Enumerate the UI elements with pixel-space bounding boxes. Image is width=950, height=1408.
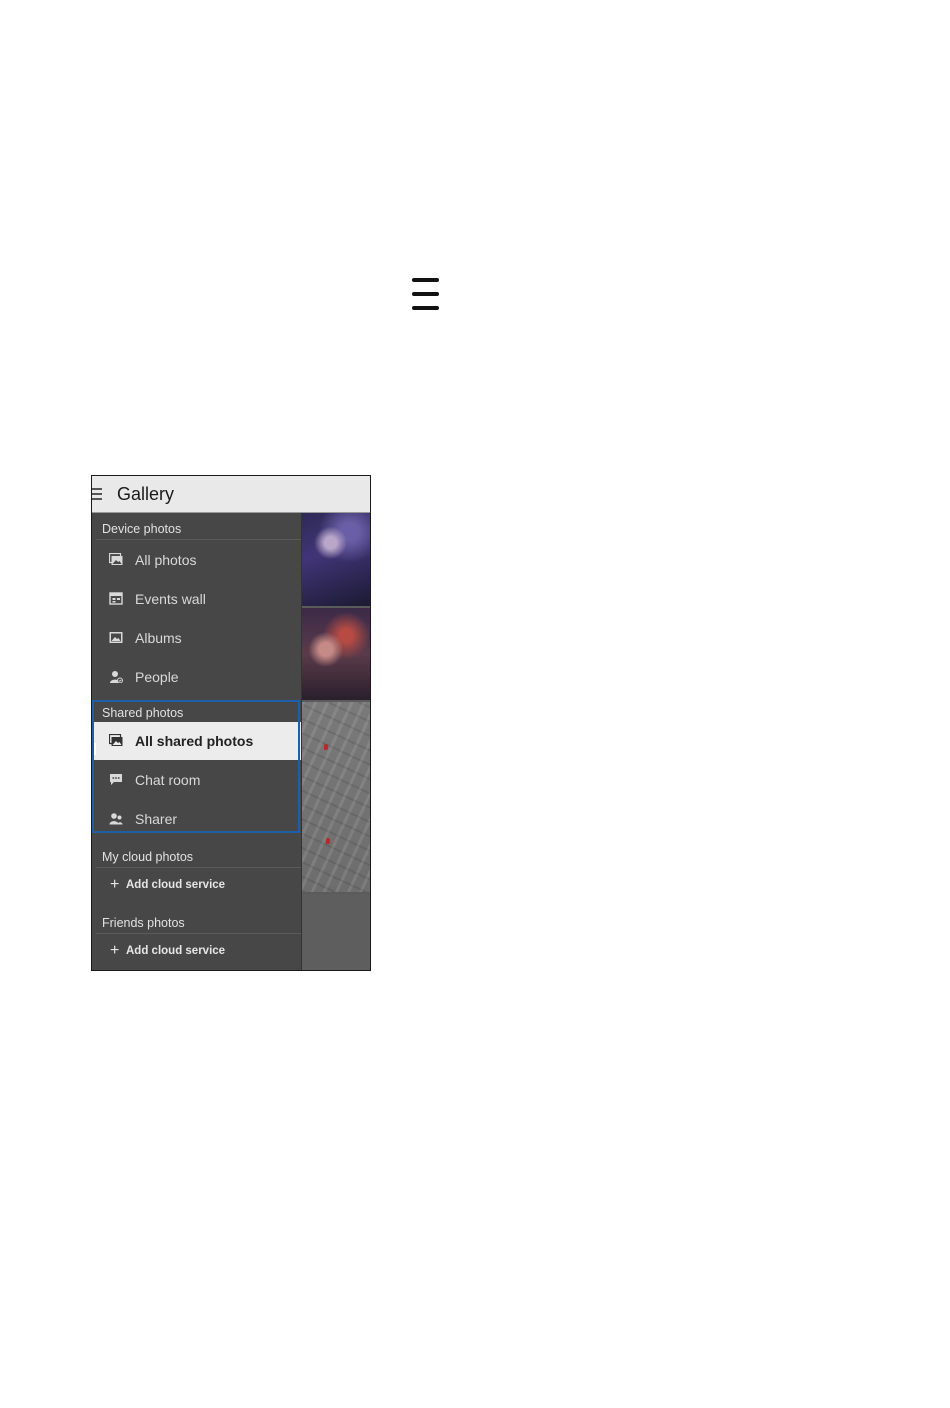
photos-icon xyxy=(109,553,123,565)
photo-thumbnail[interactable] xyxy=(302,894,370,970)
drawer-menu-icon[interactable] xyxy=(92,488,102,501)
add-cloud-service-label: Add cloud service xyxy=(126,945,226,957)
drawer-item-events-wall[interactable]: Events wall xyxy=(92,580,301,618)
plus-icon: + xyxy=(110,942,120,959)
highlight-box xyxy=(92,700,300,833)
add-cloud-service-label: Add cloud service xyxy=(126,879,226,891)
section-header-my-cloud-photos: My cloud photos xyxy=(92,841,301,868)
album-icon xyxy=(109,632,123,643)
divider xyxy=(96,867,301,868)
app-title: Gallery xyxy=(117,484,175,504)
divider xyxy=(96,933,301,934)
section-title: Device photos xyxy=(102,522,182,536)
photo-thumbnail[interactable] xyxy=(302,702,370,892)
drawer-item-albums[interactable]: Albums xyxy=(92,619,301,657)
photo-grid xyxy=(302,513,370,970)
add-cloud-service-button[interactable]: + Add cloud service xyxy=(92,935,301,969)
drawer-item-label: People xyxy=(135,669,179,685)
map-pin-icon xyxy=(326,838,330,844)
photo-thumbnail[interactable] xyxy=(302,513,370,606)
section-title: Friends photos xyxy=(102,916,185,930)
drawer-item-label: Albums xyxy=(135,630,182,646)
section-title: My cloud photos xyxy=(102,850,194,864)
photo-thumbnail[interactable] xyxy=(302,608,370,700)
phone-screenshot: Gallery Device photos All photos Events … xyxy=(91,475,371,971)
section-header-device-photos: Device photos xyxy=(92,513,301,540)
app-bar: Gallery xyxy=(92,476,370,513)
divider xyxy=(96,539,301,540)
add-cloud-service-button[interactable]: + Add cloud service xyxy=(92,869,301,903)
menu-icon xyxy=(412,278,439,312)
person-icon xyxy=(110,671,123,683)
drawer-item-people[interactable]: People xyxy=(92,658,301,696)
section-header-friends-photos: Friends photos xyxy=(92,907,301,934)
drawer-item-label: Events wall xyxy=(135,591,206,607)
drawer-item-all-photos[interactable]: All photos xyxy=(92,541,301,579)
calendar-icon xyxy=(109,592,123,605)
drawer-item-label: All photos xyxy=(135,552,197,568)
plus-icon: + xyxy=(110,876,120,893)
map-pin-icon xyxy=(324,744,328,750)
